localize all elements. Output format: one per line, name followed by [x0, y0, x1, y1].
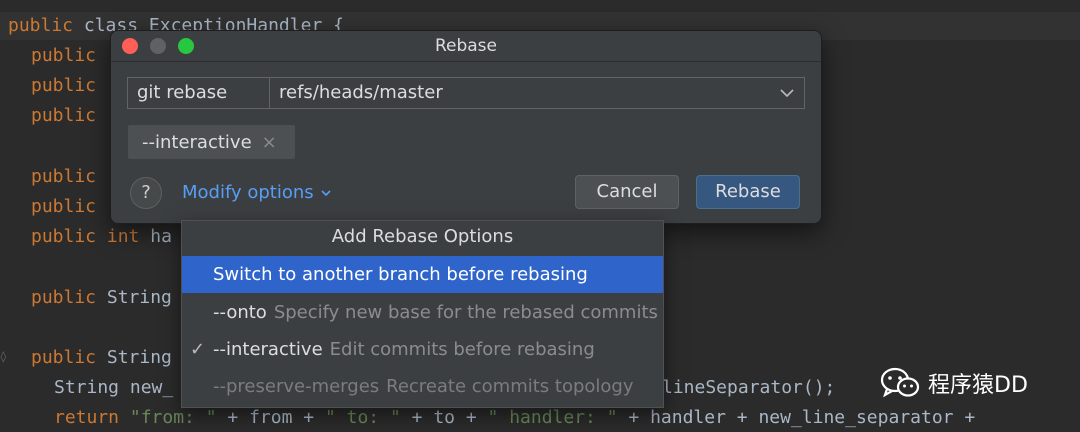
branch-select[interactable]: refs/heads/master — [271, 78, 771, 108]
code-line: public int ha — [31, 226, 172, 247]
checkmark-icon: ✓ — [190, 339, 206, 360]
menu-item-description: Specify new base for the rebased commits — [273, 302, 658, 323]
rebase-button[interactable]: Rebase — [696, 175, 800, 209]
code-line: String new_ — [54, 377, 174, 398]
menu-item-switch-branch[interactable]: Switch to another branch before rebasing — [182, 256, 663, 293]
dialog-title: Rebase — [434, 36, 498, 56]
code-line: public — [31, 45, 97, 66]
cancel-button[interactable]: Cancel — [575, 175, 679, 209]
chip-label: --interactive — [142, 131, 252, 153]
code-line-return: return "from: " + from + " to: " + to + … — [54, 407, 976, 428]
menu-item-interactive[interactable]: ✓ --interactive Edit commits before rebas… — [182, 331, 663, 368]
code-line: public — [31, 105, 97, 126]
command-prefix: git rebase — [128, 78, 270, 108]
watermark: 程序猿DD — [880, 366, 1028, 400]
code-line-tail: lineSeparator(); — [662, 377, 836, 398]
close-icon[interactable]: × — [262, 132, 277, 153]
wechat-icon — [880, 367, 920, 398]
rebase-command-field: git rebase refs/heads/master — [127, 77, 805, 109]
gutter-bookmark-icon: ◊ — [0, 350, 7, 363]
code-line: public — [31, 166, 97, 187]
code-line: public — [31, 196, 97, 217]
modify-options-link[interactable]: Modify options — [182, 180, 332, 206]
option-chip-interactive[interactable]: --interactive × — [128, 125, 295, 159]
menu-item-onto[interactable]: --onto Specify new base for the rebased c… — [182, 294, 663, 331]
menu-item-label: Switch to another branch before rebasing — [213, 264, 588, 285]
menu-item-description: Recreate commits topology — [386, 376, 634, 397]
dialog-titlebar[interactable]: Rebase — [111, 31, 821, 62]
chevron-down-icon — [321, 190, 331, 197]
code-line: public String — [31, 287, 172, 308]
code-line: public String — [31, 347, 172, 368]
menu-item-description: Edit commits before rebasing — [329, 339, 595, 360]
menu-item-preserve-merges: --preserve-merges Recreate commits topolo… — [182, 368, 663, 405]
watermark-text: 程序猿DD — [928, 373, 1028, 398]
menu-item-label: --interactive Edit commits before rebasin… — [213, 339, 595, 360]
add-rebase-options-popup: Add Rebase Options Switch to another bra… — [181, 220, 664, 408]
help-button[interactable]: ? — [130, 177, 162, 209]
menu-item-label: --onto Specify new base for the rebased c… — [213, 302, 658, 323]
menu-item-label: --preserve-merges Recreate commits topolo… — [213, 376, 634, 397]
popup-header: Add Rebase Options — [331, 226, 514, 247]
code-line: public — [31, 75, 97, 96]
branch-select-value: refs/heads/master — [279, 82, 443, 103]
chevron-down-icon[interactable] — [780, 86, 794, 100]
modify-options-label: Modify options — [182, 182, 314, 203]
rebase-dialog: Rebase git rebase refs/heads/master --in… — [110, 30, 822, 224]
